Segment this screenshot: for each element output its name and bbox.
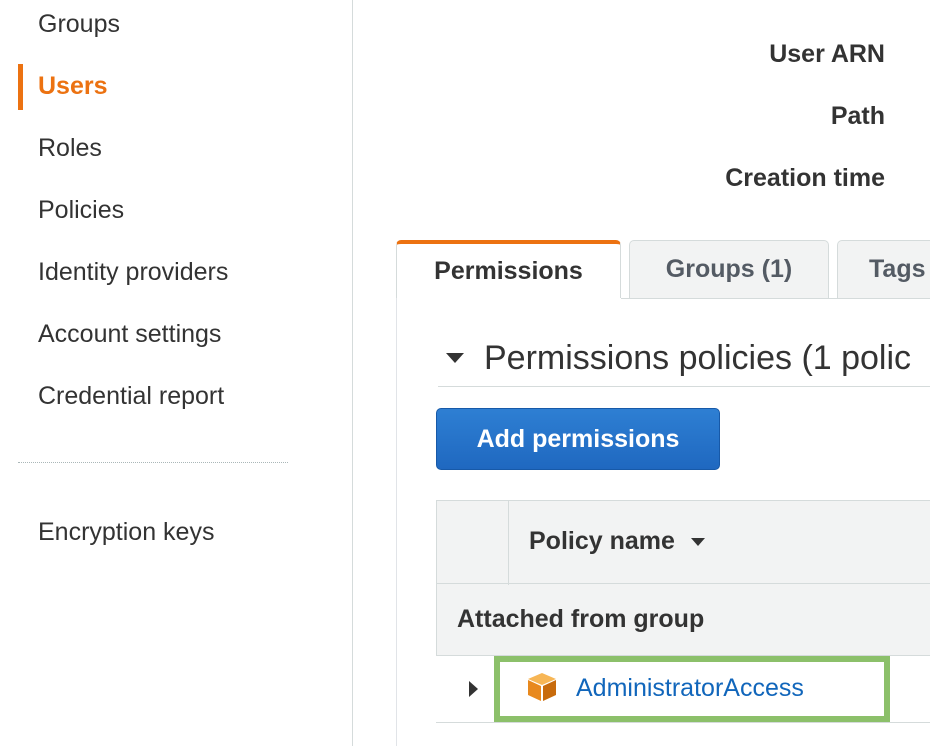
tab-permissions[interactable]: Permissions xyxy=(396,240,621,298)
group-row-attached-from-group: Attached from group xyxy=(436,584,930,656)
table-row: AdministratorAccess xyxy=(436,656,930,723)
permissions-policies-title: Permissions policies (1 polic xyxy=(484,338,912,377)
sidebar-item-credential-report[interactable]: Credential report xyxy=(38,381,224,411)
sidebar-item-encryption-keys[interactable]: Encryption keys xyxy=(38,517,214,547)
column-header-policy-name[interactable]: Policy name xyxy=(529,527,705,556)
expand-row-icon[interactable] xyxy=(469,681,478,697)
column-header-policy-name-label: Policy name xyxy=(529,527,675,555)
sidebar-item-policies[interactable]: Policies xyxy=(38,195,124,225)
add-permissions-button[interactable]: Add permissions xyxy=(436,408,720,470)
active-indicator xyxy=(18,64,23,110)
sidebar-item-users[interactable]: Users xyxy=(38,71,108,101)
collapse-caret-icon xyxy=(446,353,464,363)
summary-label-creation-time: Creation time xyxy=(725,164,885,192)
tab-panel-border xyxy=(396,298,397,746)
policy-link-administrator-access[interactable]: AdministratorAccess xyxy=(576,674,804,703)
sidebar-item-roles[interactable]: Roles xyxy=(38,133,102,163)
policy-table: Policy name Attached from group Administ… xyxy=(436,500,930,723)
aws-managed-policy-cube-icon xyxy=(528,673,556,701)
sidebar-item-account-settings[interactable]: Account settings xyxy=(38,319,221,349)
permissions-policies-header[interactable]: Permissions policies (1 polic xyxy=(438,330,930,387)
summary-label-path: Path xyxy=(830,102,885,130)
column-separator xyxy=(508,501,509,585)
sort-caret-icon[interactable] xyxy=(690,537,705,546)
sidebar-nav: Groups Users Roles Policies Identity pro… xyxy=(0,0,353,746)
sidebar-divider xyxy=(18,462,288,463)
tab-bar-baseline xyxy=(621,298,930,299)
tab-groups[interactable]: Groups (1) xyxy=(629,240,829,298)
summary-label-user-arn: User ARN xyxy=(769,40,885,68)
table-header: Policy name xyxy=(436,500,930,585)
sidebar-item-identity-providers[interactable]: Identity providers xyxy=(38,257,228,287)
tab-tags[interactable]: Tags xyxy=(837,240,930,298)
sidebar-item-groups[interactable]: Groups xyxy=(38,9,120,39)
